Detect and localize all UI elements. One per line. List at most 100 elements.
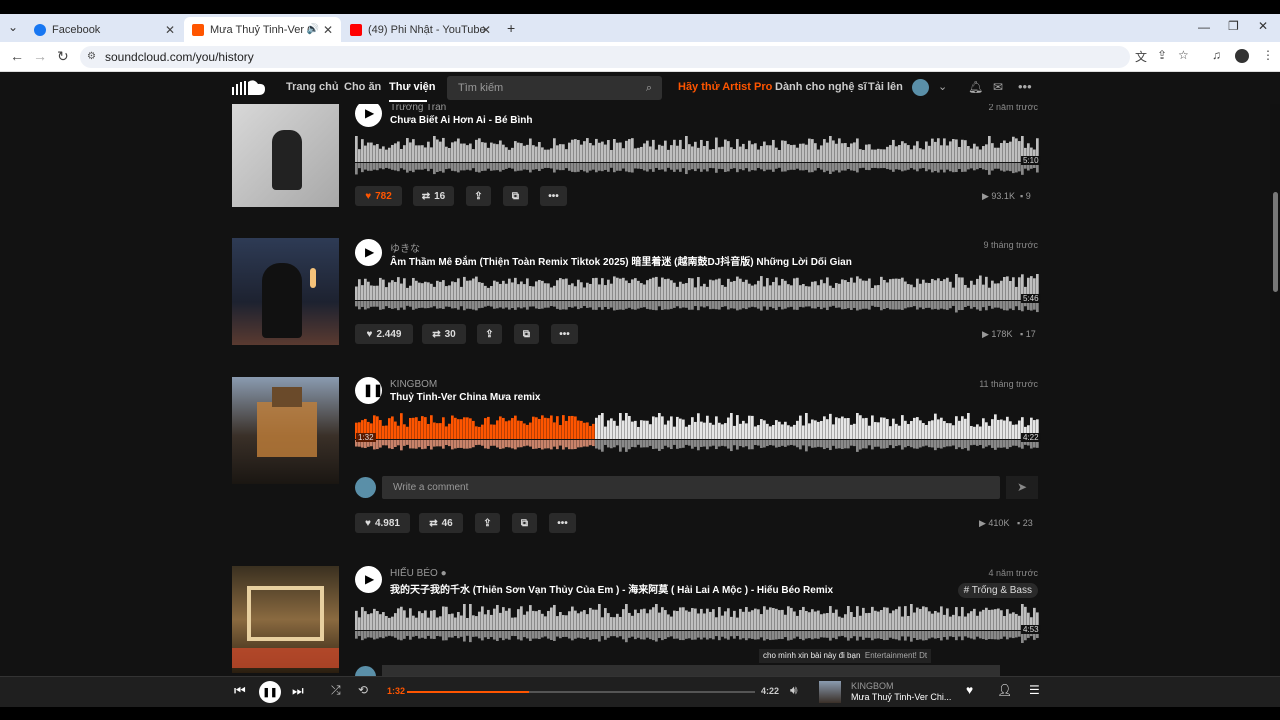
- waveform[interactable]: [355, 413, 1039, 453]
- track-title[interactable]: Chưa Biết Ai Hơn Ai - Bé Bình: [390, 115, 533, 126]
- more-button[interactable]: •••: [549, 513, 576, 533]
- player-artist[interactable]: KINGBOM: [851, 681, 894, 691]
- window-close-icon[interactable]: ✕: [1258, 19, 1268, 33]
- for-artists-link[interactable]: Dành cho nghệ sĩ: [775, 81, 867, 93]
- url-field[interactable]: ⚙ soundcloud.com/you/history: [80, 46, 1130, 68]
- restore-icon[interactable]: ❐: [1228, 19, 1239, 33]
- play-button[interactable]: ▶: [355, 100, 382, 127]
- mail-icon[interactable]: ✉: [993, 80, 1003, 94]
- tab-facebook[interactable]: Facebook ✕: [26, 17, 183, 42]
- back-icon[interactable]: ←: [10, 48, 24, 64]
- shuffle-icon[interactable]: ⤮: [331, 683, 341, 698]
- repost-button[interactable]: ⇄ 46: [419, 513, 463, 533]
- volume-icon[interactable]: 🔊︎: [790, 683, 798, 698]
- track-item: ▶ ゆきな Âm Thầm Mê Đắm (Thiện Toàn Remix T…: [232, 238, 1042, 378]
- browser-menu-icon[interactable]: ⋮: [1262, 48, 1274, 62]
- copy-link-button[interactable]: ⧉: [514, 324, 539, 344]
- search-placeholder: Tìm kiếm: [458, 82, 504, 94]
- track-title[interactable]: 我的天子我的千水 (Thiên Sơn Vạn Thủy Của Em ) - …: [390, 581, 833, 596]
- tab-label: (49) Phi Nhật - YouTube: [368, 23, 486, 36]
- artist-pro-link[interactable]: Hãy thử Artist Pro: [678, 81, 772, 93]
- repeat-icon[interactable]: ⟲: [358, 683, 368, 697]
- comment-count[interactable]: ▪ 9: [1020, 191, 1031, 201]
- comment-input[interactable]: [382, 665, 1000, 676]
- queue-icon[interactable]: ☰: [1029, 683, 1040, 697]
- share-button[interactable]: ⇪: [475, 513, 500, 533]
- copy-link-button[interactable]: ⧉: [512, 513, 537, 533]
- repost-button[interactable]: ⇄ 30: [422, 324, 466, 344]
- like-button[interactable]: ♥ 2.449: [355, 324, 413, 344]
- track-artist[interactable]: KINGBOM: [390, 379, 437, 390]
- previous-icon[interactable]: ⏮: [234, 683, 246, 699]
- waveform[interactable]: [355, 136, 1039, 176]
- media-icon[interactable]: ♫: [1212, 48, 1221, 62]
- pause-button[interactable]: ❚❚: [259, 681, 281, 703]
- comment-count[interactable]: ▪ 17: [1020, 329, 1036, 339]
- track-title[interactable]: Âm Thầm Mê Đắm (Thiện Toàn Remix Tiktok …: [390, 253, 852, 268]
- minimize-icon[interactable]: —: [1198, 20, 1210, 34]
- genre-tag[interactable]: # Trống & Bass: [957, 583, 1038, 598]
- tab-menu-icon[interactable]: ⌄: [8, 20, 18, 34]
- profile-avatar[interactable]: [1235, 49, 1249, 63]
- nav-home[interactable]: Trang chủ: [286, 81, 339, 93]
- upload-link[interactable]: Tải lên: [868, 81, 903, 93]
- bell-icon[interactable]: 🔔︎: [968, 80, 983, 94]
- like-button[interactable]: ♥ 782: [355, 186, 402, 206]
- waveform[interactable]: [355, 274, 1039, 314]
- forward-icon[interactable]: →: [33, 48, 47, 64]
- track-artwork[interactable]: [232, 100, 339, 207]
- soundcloud-logo-icon[interactable]: [232, 79, 266, 95]
- tab-youtube[interactable]: (49) Phi Nhật - YouTube ✕: [342, 17, 499, 42]
- pause-button[interactable]: ❚❚: [355, 377, 383, 404]
- search-input[interactable]: Tìm kiếm ⌕: [447, 76, 662, 100]
- follow-icon[interactable]: 👤︎: [997, 683, 1012, 697]
- share-button[interactable]: ⇪: [477, 324, 502, 344]
- player-progress-fill: [407, 691, 529, 693]
- scrollbar-thumb[interactable]: [1273, 192, 1278, 292]
- install-icon[interactable]: ⇪: [1157, 48, 1167, 62]
- comment-input[interactable]: Write a comment: [382, 476, 1000, 499]
- bookmark-icon[interactable]: ☆: [1178, 48, 1189, 62]
- soundcloud-header: Trang chủ Cho ăn Thư viện Tìm kiếm ⌕ Hãy…: [0, 72, 1280, 104]
- nav-feed[interactable]: Cho ăn: [344, 81, 381, 93]
- more-icon: •••: [559, 328, 570, 340]
- like-count: 4.981: [374, 517, 400, 529]
- copy-link-button[interactable]: ⧉: [503, 186, 528, 206]
- player-title[interactable]: Mưa Thuỷ Tinh-Ver Chi...: [851, 692, 951, 702]
- track-title[interactable]: Thuỷ Tinh-Ver China Mưa remix: [390, 392, 540, 403]
- play-button[interactable]: ▶: [355, 239, 382, 266]
- repost-button[interactable]: ⇄ 16: [413, 186, 454, 206]
- tab-soundcloud[interactable]: Mưa Thuỷ Tinh-Ver China m 🔊 ✕: [184, 17, 341, 42]
- track-artwork[interactable]: [232, 377, 339, 484]
- player-progress-track[interactable]: [407, 691, 755, 693]
- close-icon[interactable]: ✕: [165, 23, 175, 37]
- user-avatar[interactable]: [912, 79, 929, 96]
- track-artwork[interactable]: [232, 238, 339, 345]
- nav-library[interactable]: Thư viện: [389, 81, 435, 93]
- close-icon[interactable]: ✕: [481, 23, 491, 37]
- send-comment-button[interactable]: ➤: [1006, 476, 1038, 499]
- track-artist-wrap[interactable]: HIẾU BÉO ●: [390, 568, 447, 579]
- play-button[interactable]: ▶: [355, 566, 382, 593]
- search-icon[interactable]: ⌕: [646, 76, 652, 100]
- share-button[interactable]: ⇪: [466, 186, 491, 206]
- like-button[interactable]: ♥ 4.981: [355, 513, 410, 533]
- next-icon[interactable]: ⏭: [292, 683, 304, 699]
- page-scrollbar[interactable]: [1270, 72, 1280, 676]
- site-info-icon[interactable]: ⚙: [87, 46, 96, 68]
- player-artwork[interactable]: [819, 681, 841, 703]
- more-button[interactable]: •••: [551, 324, 578, 344]
- like-count: 782: [375, 190, 392, 202]
- new-tab-icon[interactable]: +: [507, 20, 515, 36]
- translate-icon[interactable]: 文: [1135, 48, 1147, 65]
- comment-count[interactable]: ▪ 23: [1017, 518, 1033, 528]
- reload-icon[interactable]: ↻: [57, 48, 69, 65]
- close-icon[interactable]: ✕: [323, 23, 333, 37]
- track-artwork[interactable]: [232, 566, 339, 673]
- more-icon[interactable]: •••: [1018, 79, 1032, 94]
- waveform[interactable]: [355, 604, 1039, 644]
- more-button[interactable]: •••: [540, 186, 567, 206]
- like-icon[interactable]: ♥: [966, 683, 973, 697]
- chevron-down-icon[interactable]: ⌄: [938, 80, 947, 93]
- speaker-icon[interactable]: 🔊: [307, 24, 319, 35]
